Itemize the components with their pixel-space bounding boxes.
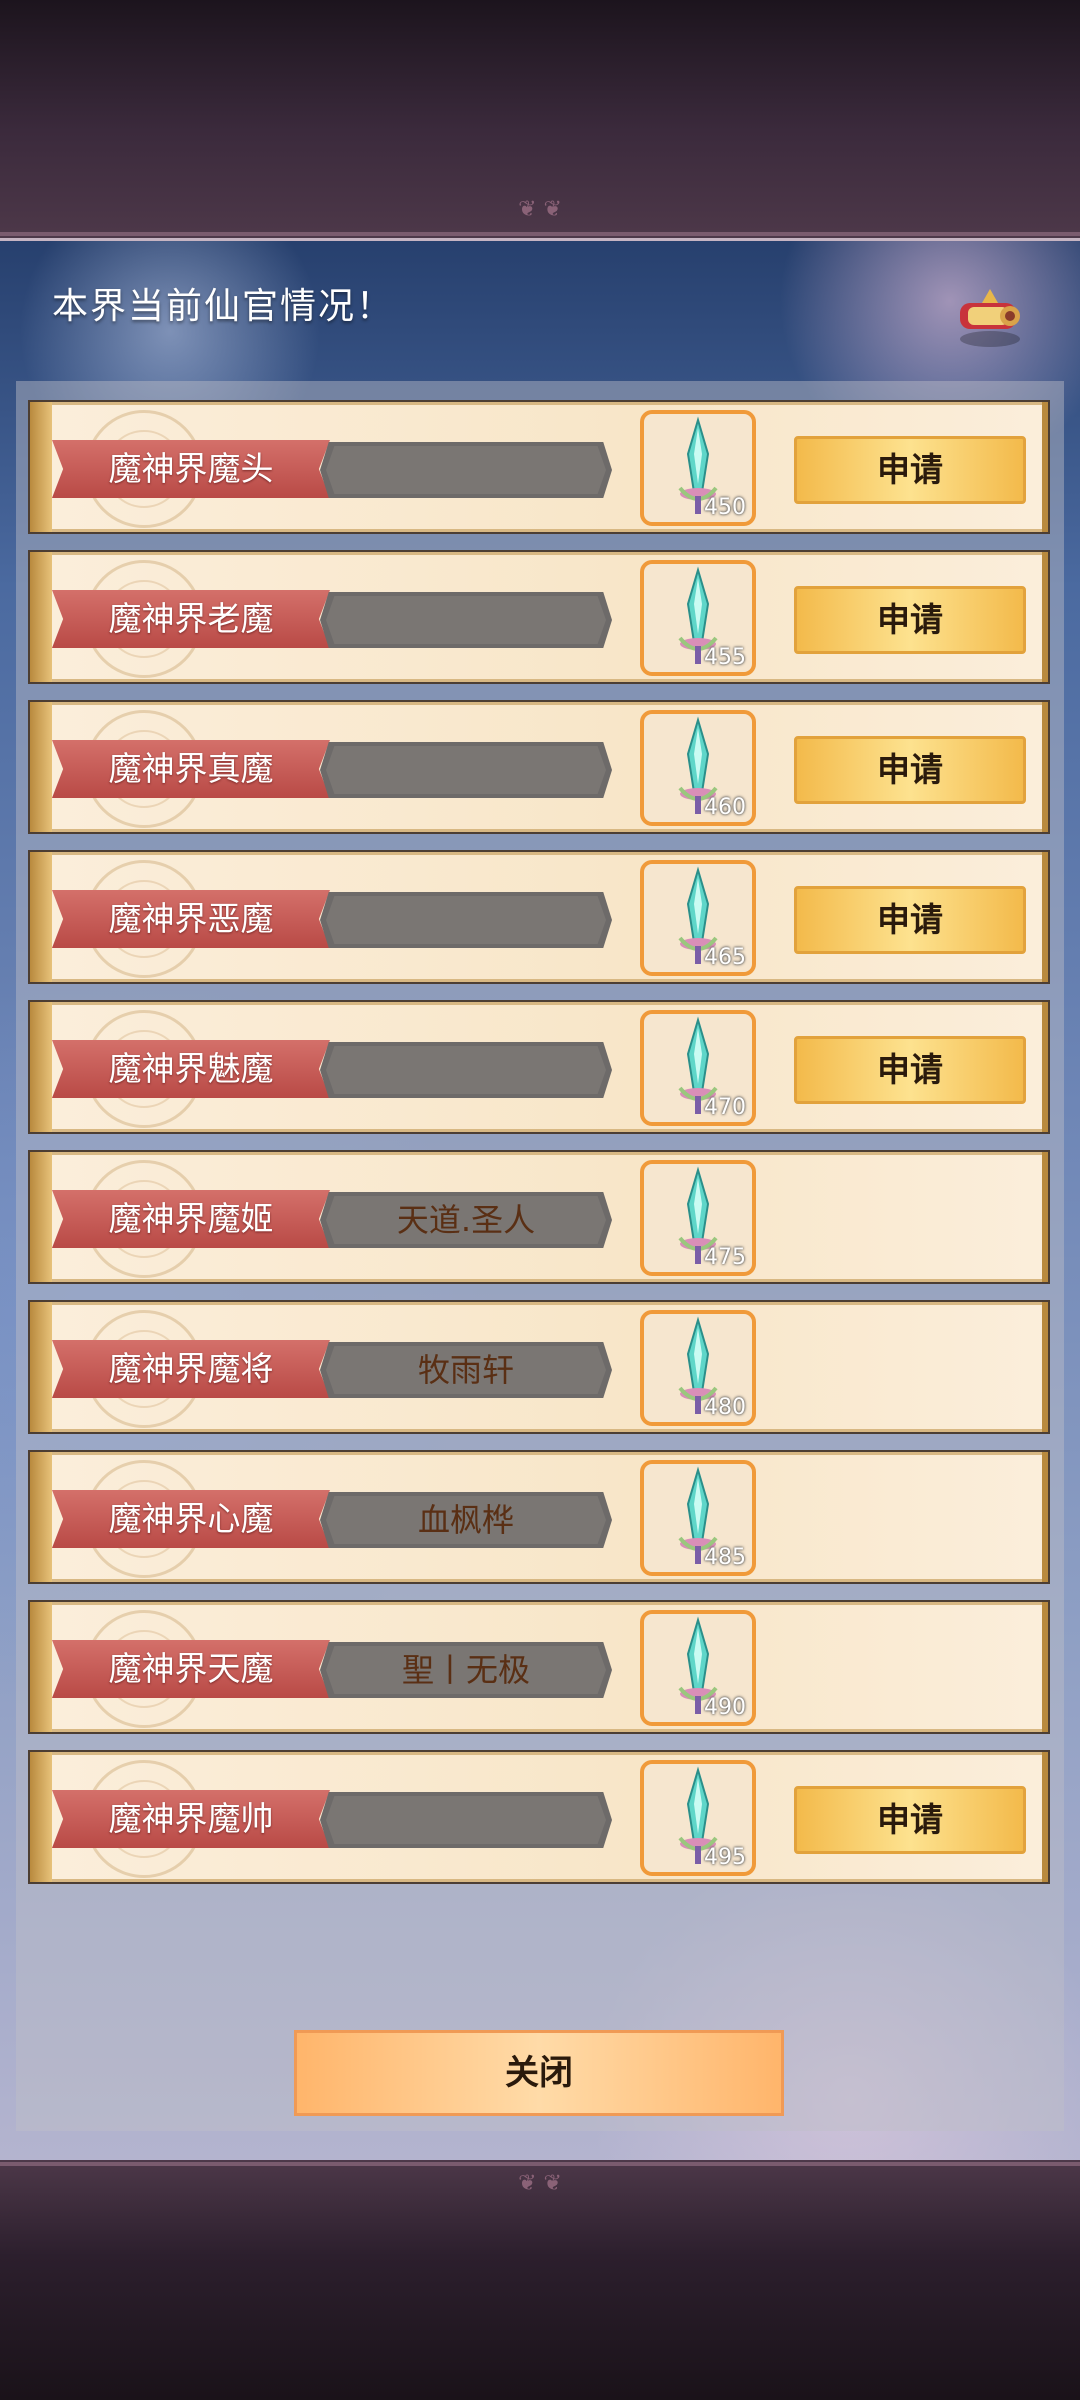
divider [0,232,1080,236]
scroll-icon [960,289,1020,347]
panel-title: 本界当前仙官情况！ [52,286,395,327]
apply-button[interactable]: 申请 [794,886,1026,954]
row-frame [30,1002,52,1132]
rank-title: 魔神界魔帅 [52,1790,330,1848]
official-row: 魔神界魔将 牧雨轩 480 [28,1300,1050,1434]
reward-level: 455 [704,645,746,670]
reward-item[interactable]: 480 [640,1310,756,1426]
reward-item[interactable]: 450 [640,410,756,526]
official-row: 魔神界魔姬 天道.圣人 475 [28,1150,1050,1284]
rank-title: 魔神界魔姬 [52,1190,330,1248]
apply-button[interactable]: 申请 [794,436,1026,504]
official-row: 魔神界恶魔 465 申请 [28,850,1050,984]
apply-button[interactable]: 申请 [794,1036,1026,1104]
rank-title: 魔神界魔将 [52,1340,330,1398]
reward-item[interactable]: 465 [640,860,756,976]
row-frame [30,1302,52,1432]
holder-name [320,742,612,798]
row-frame [30,702,52,832]
row-frame [1042,1602,1048,1732]
row-frame [30,552,52,682]
reward-item[interactable]: 495 [640,1760,756,1876]
reward-item[interactable]: 475 [640,1160,756,1276]
official-row: 魔神界魔头 450 申请 [28,400,1050,534]
row-frame [1042,1152,1048,1282]
row-frame [1042,1002,1048,1132]
apply-button[interactable]: 申请 [794,586,1026,654]
row-frame [1042,702,1048,832]
rank-title: 魔神界魔头 [52,440,330,498]
row-frame [1042,852,1048,982]
row-frame [1042,1302,1048,1432]
reward-item[interactable]: 460 [640,710,756,826]
reward-level: 450 [704,495,746,520]
row-frame [1042,402,1048,532]
row-frame [30,1752,52,1882]
row-frame [1042,1752,1048,1882]
official-row: 魔神界天魔 聖丨无极 490 [28,1600,1050,1734]
rank-title: 魔神界心魔 [52,1490,330,1548]
reward-level: 485 [704,1545,746,1570]
rank-title: 魔神界老魔 [52,590,330,648]
reward-level: 460 [704,795,746,820]
holder-name [320,1792,612,1848]
holder-name [320,1042,612,1098]
apply-button[interactable]: 申请 [794,1786,1026,1854]
row-frame [30,1152,52,1282]
rank-title: 魔神界魅魔 [52,1040,330,1098]
official-row: 魔神界真魔 460 申请 [28,700,1050,834]
rank-title: 魔神界天魔 [52,1640,330,1698]
row-frame [30,1452,52,1582]
divider [0,2162,1080,2166]
row-frame [1042,1452,1048,1582]
reward-item[interactable]: 455 [640,560,756,676]
holder-name [320,592,612,648]
official-row: 魔神界老魔 455 申请 [28,550,1050,684]
row-frame [1042,552,1048,682]
official-row: 魔神界魅魔 470 申请 [28,1000,1050,1134]
reward-level: 480 [704,1395,746,1420]
reward-level: 475 [704,1245,746,1270]
holder-name: 聖丨无极 [401,1651,530,1689]
reward-level: 495 [704,1845,746,1870]
official-row: 魔神界心魔 血枫桦 485 [28,1450,1050,1584]
holder-name: 血枫桦 [417,1501,514,1539]
rank-title: 魔神界真魔 [52,740,330,798]
reward-item[interactable]: 490 [640,1610,756,1726]
reward-level: 490 [704,1695,746,1720]
official-row: 魔神界魔帅 495 申请 [28,1750,1050,1884]
reward-item[interactable]: 485 [640,1460,756,1576]
holder-name: 牧雨轩 [417,1351,514,1389]
reward-level: 465 [704,945,746,970]
row-frame [30,402,52,532]
top-banner: ❦ ❦ [0,0,1080,238]
rank-title: 魔神界恶魔 [52,890,330,948]
holder-name [320,892,612,948]
reward-level: 470 [704,1095,746,1120]
row-frame [30,852,52,982]
apply-button[interactable]: 申请 [794,736,1026,804]
holder-name [320,442,612,498]
ornament-icon: ❦ ❦ [518,197,562,222]
ornament-icon: ❦ ❦ [518,2171,562,2196]
holder-name: 天道.圣人 [396,1201,536,1239]
bottom-banner: ❦ ❦ [0,2160,1080,2400]
close-button[interactable]: 关闭 [294,2030,784,2116]
reward-item[interactable]: 470 [640,1010,756,1126]
row-frame [30,1602,52,1732]
